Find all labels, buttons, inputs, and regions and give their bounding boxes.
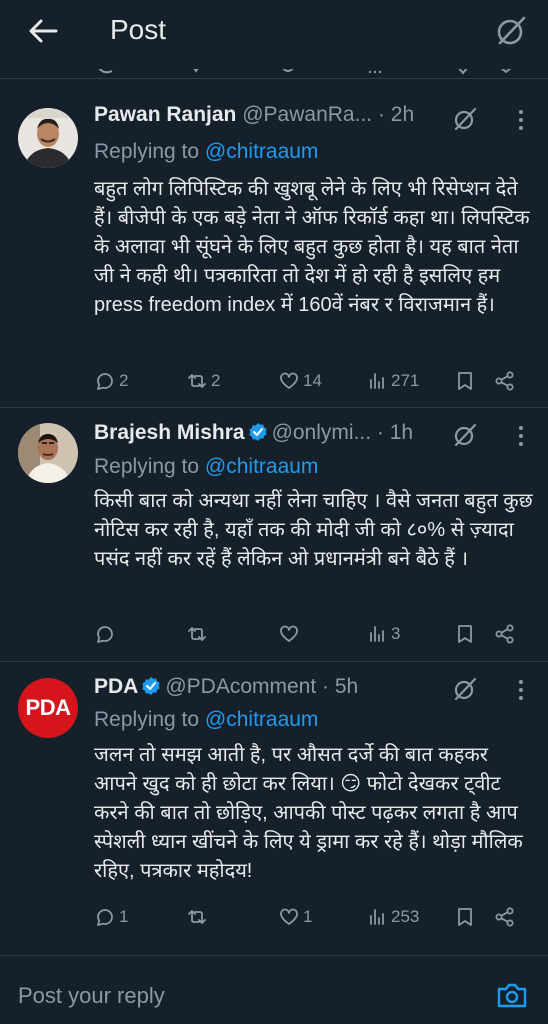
repost-icon xyxy=(188,910,206,924)
action-bar: 2 2 14 271 xyxy=(94,367,534,395)
verified-badge-icon xyxy=(142,677,160,695)
reply-button[interactable] xyxy=(94,620,119,648)
reply-composer: Post your reply xyxy=(0,955,548,1024)
reply-input[interactable]: Post your reply xyxy=(18,983,165,1009)
views-button[interactable]: 3 xyxy=(366,620,400,648)
author-handle[interactable]: @PDAcomment xyxy=(165,675,316,698)
views-chart-icon xyxy=(370,626,384,642)
share-icon xyxy=(495,907,514,927)
bookmark-button[interactable] xyxy=(454,903,476,931)
reply-count: 1 xyxy=(119,907,129,926)
timestamp[interactable]: · 1h xyxy=(377,421,413,444)
views-button[interactable]: 253 xyxy=(366,903,419,931)
views-count: 253 xyxy=(391,907,420,926)
repost-icon xyxy=(188,627,206,641)
replying-to: Replying to @chitraaum xyxy=(94,455,319,478)
reply-button[interactable]: 1 xyxy=(94,903,128,931)
views-count: 271 xyxy=(391,371,420,390)
views-button[interactable]: 271 xyxy=(366,367,419,395)
share-button[interactable] xyxy=(494,903,516,931)
camera-icon[interactable] xyxy=(496,980,528,1010)
more-options-icon[interactable] xyxy=(516,678,526,702)
previous-post-actions-sliver xyxy=(0,66,548,76)
repost-count: 2 xyxy=(211,371,221,390)
repost-button[interactable] xyxy=(186,620,211,648)
action-bar: 3 xyxy=(94,620,534,648)
grok-icon[interactable] xyxy=(452,106,478,132)
replying-to: Replying to @chitraaum xyxy=(94,708,319,731)
repost-button[interactable]: 2 xyxy=(186,367,220,395)
reply-icon xyxy=(97,626,113,643)
like-button[interactable]: 1 xyxy=(278,903,312,931)
timestamp[interactable]: · 2h xyxy=(378,103,414,126)
heart-icon xyxy=(280,908,298,925)
reply-button[interactable]: 2 xyxy=(94,367,128,395)
bookmark-button[interactable] xyxy=(454,367,476,395)
divider xyxy=(0,661,548,662)
mention-link[interactable]: @chitraaum xyxy=(205,455,319,478)
divider xyxy=(0,407,548,408)
heart-icon xyxy=(280,625,298,642)
share-button[interactable] xyxy=(494,620,516,648)
author-name[interactable]: Pawan Ranjan xyxy=(94,103,236,126)
bookmark-icon xyxy=(458,372,472,390)
bookmark-icon xyxy=(458,625,472,643)
bookmark-button[interactable] xyxy=(454,620,476,648)
top-bar: Post xyxy=(0,0,548,66)
author-handle[interactable]: @onlymi... xyxy=(272,421,372,444)
divider xyxy=(0,78,548,79)
reply-tweet[interactable]: PDA PDA @PDAcomment · 5h Replying to @chi… xyxy=(0,672,548,942)
tweet-text: किसी बात को अन्यथा नहीं लेना चाहिए । वैस… xyxy=(94,490,533,570)
bookmark-icon xyxy=(458,908,472,926)
grok-icon[interactable] xyxy=(494,14,528,48)
author-name[interactable]: Brajesh Mishra xyxy=(94,421,245,444)
tweet-text: बहुत लोग लिपिस्टिक की खुशबू लेने के लिए … xyxy=(94,178,530,316)
verified-badge-icon xyxy=(248,423,267,441)
share-icon xyxy=(495,371,514,391)
avatar[interactable] xyxy=(18,108,78,168)
avatar[interactable]: PDA xyxy=(18,678,78,738)
grok-icon[interactable] xyxy=(452,422,478,448)
avatar[interactable] xyxy=(18,423,78,483)
repost-button[interactable] xyxy=(186,903,211,931)
avatar-logo-text: PDA xyxy=(25,695,71,720)
replying-to: Replying to @chitraaum xyxy=(94,140,319,163)
author-handle[interactable]: @PawanRa... xyxy=(242,103,372,126)
views-count: 3 xyxy=(391,624,401,643)
author-name[interactable]: PDA xyxy=(94,675,138,698)
reply-icon xyxy=(97,909,113,926)
like-button[interactable] xyxy=(278,620,303,648)
like-button[interactable]: 14 xyxy=(278,367,322,395)
reply-count: 2 xyxy=(119,371,129,390)
like-count: 1 xyxy=(303,907,313,926)
more-options-icon[interactable] xyxy=(516,108,526,132)
views-chart-icon xyxy=(370,909,384,925)
repost-icon xyxy=(188,374,206,388)
views-chart-icon xyxy=(370,373,384,389)
share-button[interactable] xyxy=(494,367,516,395)
action-bar: 1 1 253 xyxy=(94,903,534,931)
share-icon xyxy=(495,624,514,644)
like-count: 14 xyxy=(303,371,322,390)
heart-icon xyxy=(280,372,298,389)
back-arrow-icon[interactable] xyxy=(26,14,60,48)
mention-link[interactable]: @chitraaum xyxy=(205,140,319,163)
timestamp[interactable]: · 5h xyxy=(322,675,358,698)
mention-link[interactable]: @chitraaum xyxy=(205,708,319,731)
grok-icon[interactable] xyxy=(452,676,478,702)
reply-icon xyxy=(97,373,113,390)
reply-tweet[interactable]: Brajesh Mishra @onlymi... · 1h Replying t… xyxy=(0,418,548,658)
reply-tweet[interactable]: Pawan Ranjan @PawanRa... · 2h Replying t… xyxy=(0,100,548,400)
more-options-icon[interactable] xyxy=(516,424,526,448)
page-title: Post xyxy=(110,14,167,45)
tweet-text: जलन तो समझ आती है, पर औसत दर्जे की बात क… xyxy=(94,744,523,882)
